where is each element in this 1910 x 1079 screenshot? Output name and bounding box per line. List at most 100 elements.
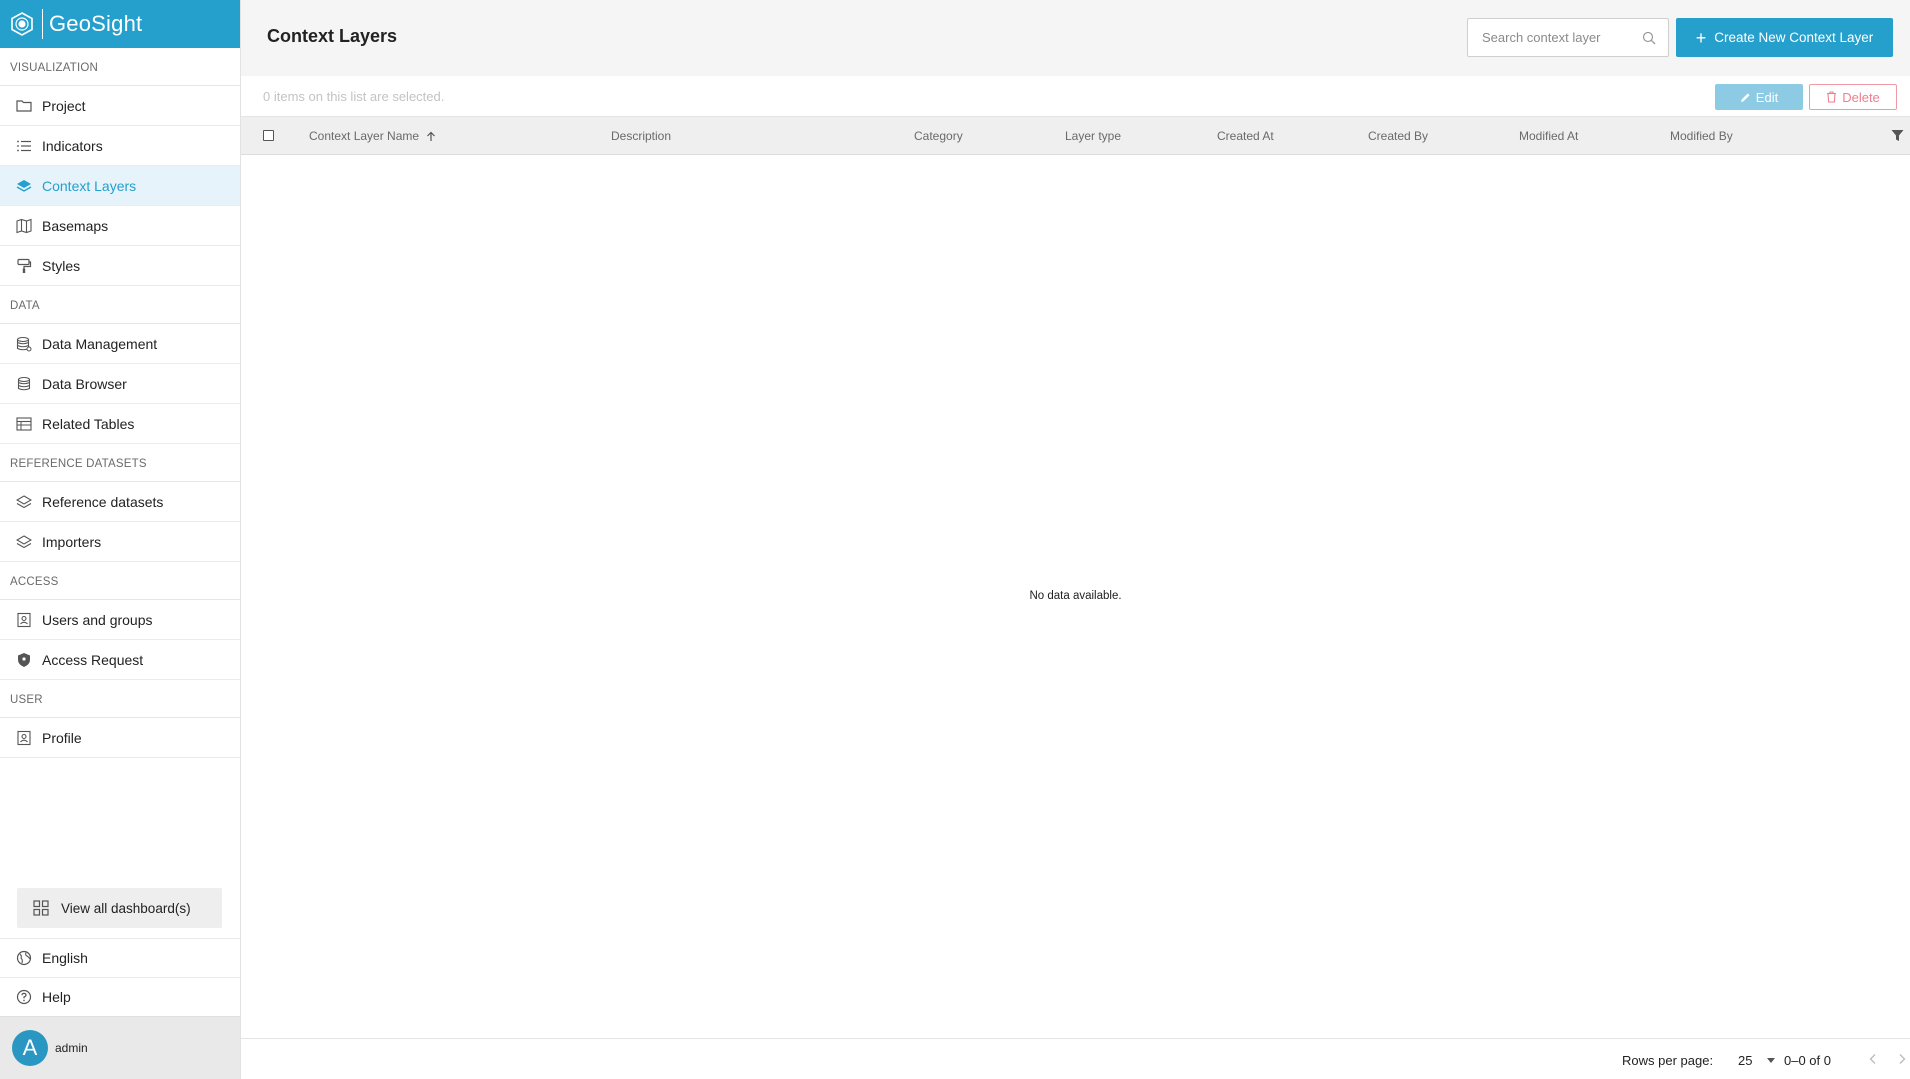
- column-header-layer-type[interactable]: Layer type: [1065, 129, 1121, 143]
- selection-status: 0 items on this list are selected.: [263, 89, 445, 104]
- sidebar-item-reference-datasets[interactable]: Reference datasets: [0, 482, 240, 522]
- page-header: Context Layers + Create New Context Laye…: [241, 0, 1910, 76]
- database-icon: [16, 376, 32, 392]
- shield-icon: [16, 652, 32, 668]
- language-label: English: [42, 950, 88, 966]
- sidebar-item-related-tables[interactable]: Related Tables: [0, 404, 240, 444]
- chevron-down-icon[interactable]: [1767, 1058, 1775, 1063]
- sidebar-section-label: DATA: [0, 286, 240, 324]
- layers-outline-icon: [16, 534, 32, 550]
- view-all-label: View all dashboard(s): [61, 900, 191, 916]
- sidebar-section-label: USER: [0, 680, 240, 718]
- sidebar-item-label: Users and groups: [42, 611, 153, 628]
- sidebar-item-data-management[interactable]: Data Management: [0, 324, 240, 364]
- sidebar-section-label: ACCESS: [0, 562, 240, 600]
- folder-icon: [16, 98, 32, 114]
- help-label: Help: [42, 989, 71, 1005]
- sidebar-nav: VISUALIZATION Project Indicators Context La…: [0, 48, 240, 758]
- sidebar-item-profile[interactable]: Profile: [0, 718, 240, 758]
- rows-per-page-label: Rows per page:: [1622, 1053, 1714, 1068]
- help-icon: [16, 989, 32, 1005]
- sidebar-item-basemaps[interactable]: Basemaps: [0, 206, 240, 246]
- empty-table-message: No data available.: [1029, 590, 1122, 602]
- select-all-checkbox[interactable]: [263, 130, 274, 141]
- sidebar-item-indicators[interactable]: Indicators: [0, 126, 240, 166]
- sidebar-item-label: Styles: [42, 257, 81, 274]
- user-card-icon: [16, 612, 32, 628]
- column-header-category[interactable]: Category: [914, 129, 963, 143]
- pagination-bar: Rows per page: 25 0–0 of 0: [241, 1038, 1910, 1079]
- brand-name: GeoSight: [49, 11, 143, 36]
- sidebar-item-label: Reference datasets: [42, 493, 164, 510]
- avatar[interactable]: A: [12, 1030, 48, 1066]
- sidebar-bottom: View all dashboard(s) English Help A adm…: [0, 888, 240, 1079]
- search-icon[interactable]: [1642, 31, 1656, 45]
- pagination-range: 0–0 of 0: [1784, 1053, 1831, 1068]
- sidebar-item-label: Profile: [42, 729, 82, 746]
- list-icon: [16, 138, 32, 154]
- sidebar-item-label: Basemaps: [42, 217, 109, 234]
- search-box[interactable]: [1467, 18, 1669, 57]
- view-all-dashboards-button[interactable]: View all dashboard(s): [17, 888, 222, 928]
- column-label: Context Layer Name: [309, 129, 420, 143]
- map-icon: [16, 218, 32, 234]
- delete-label: Delete: [1842, 89, 1880, 105]
- sidebar-section-label: REFERENCE DATASETS: [0, 444, 240, 482]
- user-menu[interactable]: A admin: [0, 1016, 240, 1079]
- sidebar-item-styles[interactable]: Styles: [0, 246, 240, 286]
- help-link[interactable]: Help: [0, 977, 240, 1016]
- edit-button[interactable]: Edit: [1715, 84, 1803, 110]
- column-header-created-by[interactable]: Created By: [1368, 129, 1428, 143]
- search-input[interactable]: [1468, 19, 1628, 56]
- sidebar-item-importers[interactable]: Importers: [0, 522, 240, 562]
- sidebar-item-label: Importers: [42, 533, 102, 550]
- sort-ascending-icon[interactable]: [426, 131, 436, 142]
- table-icon: [16, 416, 32, 432]
- sidebar: GeoSight VISUALIZATION Project Indicators C…: [0, 0, 241, 1079]
- grid-icon: [33, 900, 49, 916]
- main-content: Context Layers + Create New Context Laye…: [241, 0, 1910, 1079]
- geosight-logo-icon: [10, 12, 34, 36]
- rows-per-page-select[interactable]: 25: [1738, 1053, 1752, 1068]
- sidebar-item-label: Data Management: [42, 335, 158, 352]
- username: admin: [55, 1041, 88, 1055]
- sidebar-item-label: Project: [42, 97, 86, 114]
- column-header-description[interactable]: Description: [611, 129, 671, 143]
- sidebar-item-project[interactable]: Project: [0, 86, 240, 126]
- brand-separator: [42, 9, 43, 39]
- sidebar-item-label: Context Layers: [42, 177, 137, 194]
- layers-outline-icon: [16, 494, 32, 510]
- column-header-created-at[interactable]: Created At: [1217, 129, 1274, 143]
- create-button-label: Create New Context Layer: [1714, 30, 1874, 45]
- sidebar-item-access-request[interactable]: Access Request: [0, 640, 240, 680]
- globe-icon: [16, 950, 32, 966]
- pencil-icon: [1740, 92, 1751, 103]
- sidebar-item-users-and-groups[interactable]: Users and groups: [0, 600, 240, 640]
- layers-icon: [16, 178, 32, 194]
- sidebar-item-label: Indicators: [42, 137, 103, 154]
- sidebar-item-label: Data Browser: [42, 375, 127, 392]
- create-context-layer-button[interactable]: + Create New Context Layer: [1676, 18, 1893, 57]
- trash-icon: [1826, 91, 1837, 103]
- sidebar-item-label: Related Tables: [42, 415, 135, 432]
- page-title: Context Layers: [267, 26, 398, 46]
- column-header-context-layer-name[interactable]: Context Layer Name: [309, 129, 436, 143]
- next-page-icon[interactable]: [1895, 1052, 1909, 1066]
- sidebar-item-context-layers[interactable]: Context Layers: [0, 166, 240, 206]
- brand-header[interactable]: GeoSight: [0, 0, 240, 48]
- selection-bar: 0 items on this list are selected. Edit …: [241, 76, 1910, 117]
- column-header-modified-at[interactable]: Modified At: [1519, 129, 1578, 143]
- sidebar-item-data-browser[interactable]: Data Browser: [0, 364, 240, 404]
- database-gear-icon: [16, 336, 32, 352]
- sidebar-section-label: VISUALIZATION: [0, 48, 240, 86]
- language-selector[interactable]: English: [0, 938, 240, 977]
- user-card-icon: [16, 730, 32, 746]
- filter-icon[interactable]: [1891, 129, 1904, 142]
- paint-roller-icon: [16, 258, 32, 274]
- previous-page-icon[interactable]: [1866, 1052, 1880, 1066]
- table-header: Context Layer Name Description Category …: [241, 117, 1910, 155]
- plus-icon: +: [1695, 27, 1707, 48]
- edit-label: Edit: [1755, 89, 1779, 105]
- delete-button[interactable]: Delete: [1809, 84, 1897, 110]
- column-header-modified-by[interactable]: Modified By: [1670, 129, 1733, 143]
